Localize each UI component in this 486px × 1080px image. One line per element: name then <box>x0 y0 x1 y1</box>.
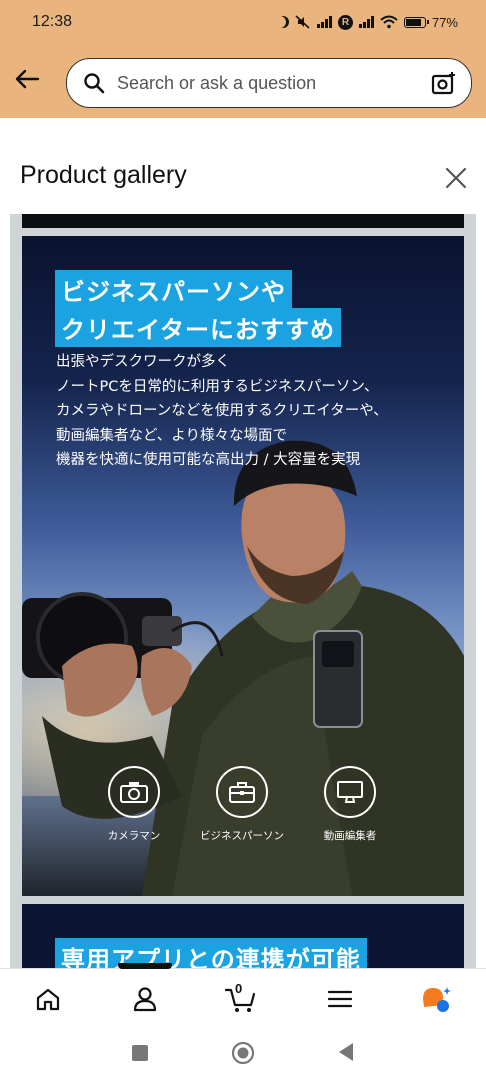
body-line: 機器を快適に使用可能な高出力 / 大容量を実現 <box>56 452 361 468</box>
home-icon <box>36 988 60 1011</box>
feature-video-editor: 動画編集者 <box>290 766 410 843</box>
briefcase-icon <box>216 766 268 818</box>
search-icon <box>84 73 105 94</box>
battery-icon <box>403 16 429 28</box>
page-title: Product gallery <box>20 161 187 189</box>
close-icon[interactable] <box>442 164 470 192</box>
do-not-disturb-icon <box>277 16 289 28</box>
previous-slide-image[interactable] <box>22 214 464 228</box>
nav-cart[interactable]: 0 <box>225 981 257 1015</box>
slide-body-text: 出張やデスクワークが多く ノートPCを日常的に利用するビジネスパーソン、 カメラ… <box>56 350 446 473</box>
headline-line-2: クリエイターにおすすめ <box>55 308 342 347</box>
roaming-icon: R <box>337 14 353 30</box>
recents-button[interactable] <box>131 1044 149 1062</box>
signal-icon-2 <box>358 16 374 28</box>
search-input[interactable]: Search or ask a question <box>66 58 472 108</box>
back-arrow-icon <box>15 69 40 89</box>
bottom-navigation: 0 <box>0 963 486 1029</box>
status-icons: R 77% <box>277 14 458 30</box>
monitor-icon <box>324 766 376 818</box>
camera-icon <box>108 766 160 818</box>
menu-icon <box>328 990 352 1008</box>
nav-menu[interactable] <box>324 983 356 1015</box>
next-slide-image[interactable]: 専用アプリとの連携が可能 <box>22 904 464 968</box>
wifi-icon <box>380 15 398 29</box>
mute-icon <box>295 15 310 29</box>
nav-home[interactable] <box>32 983 64 1015</box>
next-slide-headline: 専用アプリとの連携が可能 <box>55 938 367 968</box>
back-nav-button[interactable] <box>337 1042 355 1062</box>
status-time: 12:38 <box>32 13 73 30</box>
body-line: カメラやドローンなどを使用するクリエイターや、 <box>56 403 388 419</box>
home-button[interactable] <box>231 1041 255 1065</box>
product-image-slide[interactable]: ビジネスパーソンや クリエイターにおすすめ 出張やデスクワークが多く ノートPC… <box>22 236 464 896</box>
feature-label: 動画編集者 <box>323 830 377 842</box>
status-bar: 12:38 R 77% <box>0 0 486 44</box>
body-line: ノートPCを日常的に利用するビジネスパーソン、 <box>56 378 379 395</box>
active-tab-indicator <box>118 963 172 969</box>
nav-account[interactable] <box>129 983 161 1015</box>
nav-assistant[interactable] <box>420 983 452 1015</box>
assistant-icon <box>423 987 451 1012</box>
feature-label: カメラマン <box>107 830 161 842</box>
body-line: 動画編集者など、より様々な場面で <box>56 427 287 444</box>
camera-search-icon[interactable] <box>431 70 457 96</box>
cart-count: 0 <box>235 981 243 996</box>
battery-percent: 77% <box>431 14 458 30</box>
search-header: Search or ask a question <box>0 44 486 118</box>
headline-line-1: ビジネスパーソンや <box>55 270 292 309</box>
system-navigation-bar <box>0 1028 486 1080</box>
feature-business-person: ビジネスパーソン <box>182 766 302 843</box>
feature-cameraman: カメラマン <box>74 766 194 843</box>
signal-icon <box>316 16 332 28</box>
gallery-scroll-area[interactable]: ビジネスパーソンや クリエイターにおすすめ 出張やデスクワークが多く ノートPC… <box>10 214 476 968</box>
account-icon <box>133 987 157 1012</box>
back-button[interactable] <box>10 62 44 96</box>
gallery-header: Product gallery <box>0 118 486 214</box>
body-line: 出張やデスクワークが多く <box>56 354 230 370</box>
feature-label: ビジネスパーソン <box>200 830 284 842</box>
search-placeholder: Search or ask a question <box>117 72 317 93</box>
